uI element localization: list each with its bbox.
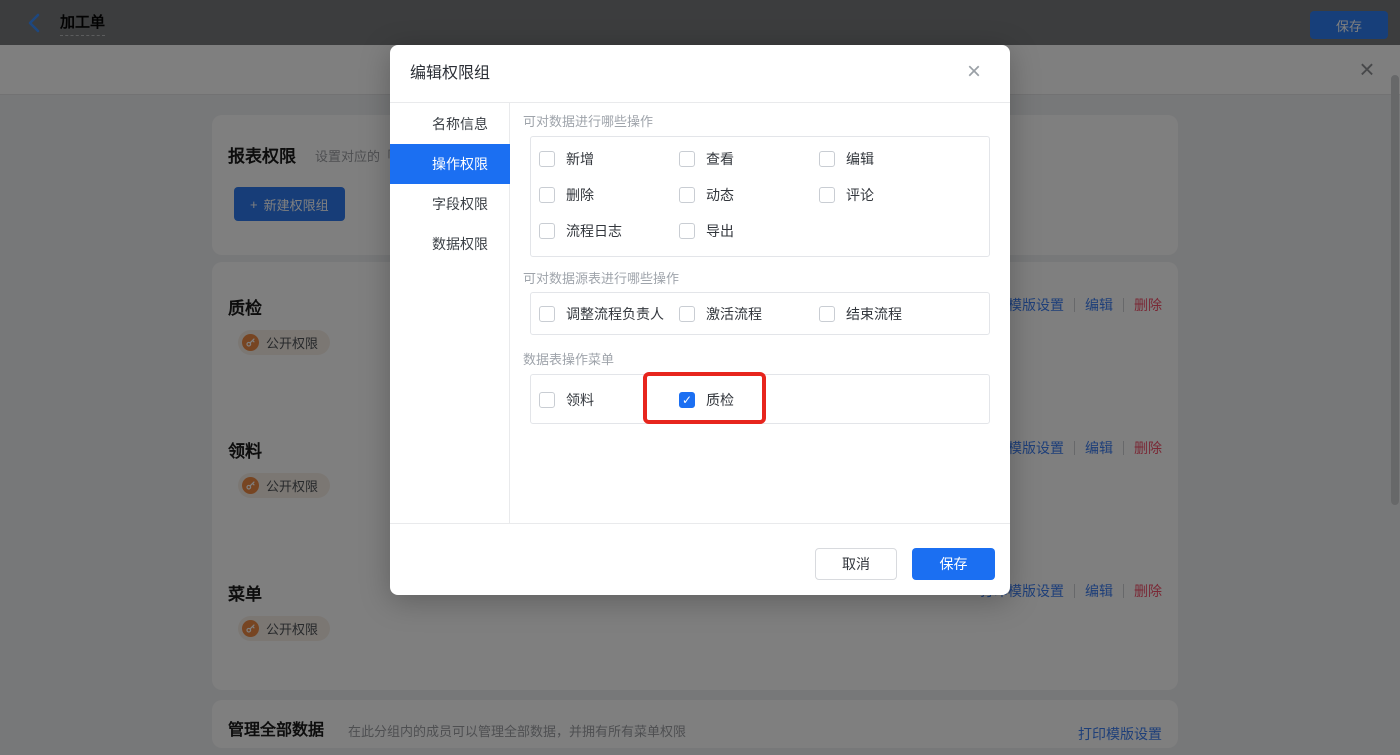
tab-operation-permission[interactable]: 操作权限 <box>390 144 510 184</box>
tab-field-permission[interactable]: 字段权限 <box>390 184 510 224</box>
data-ops-label: 可对数据进行哪些操作 <box>523 114 654 129</box>
checkbox[interactable] <box>539 187 555 203</box>
cancel-button[interactable]: 取消 <box>815 548 897 580</box>
tab-data-permission[interactable]: 数据权限 <box>390 224 510 264</box>
checkbox[interactable] <box>539 223 555 239</box>
checkbox[interactable] <box>819 151 835 167</box>
option-daochu[interactable]: 导出 <box>679 223 734 239</box>
checkbox[interactable] <box>679 223 695 239</box>
dialog-save-button[interactable]: 保存 <box>912 548 995 580</box>
data-ops-box: 新增 查看 编辑 删除 动态 评论 流程日志 导出 <box>530 136 990 257</box>
dialog-tab-list: 名称信息 操作权限 字段权限 数据权限 <box>390 103 510 523</box>
option-pinglun[interactable]: 评论 <box>819 187 874 203</box>
option-shanchu[interactable]: 删除 <box>539 187 594 203</box>
option-jieshu-liucheng[interactable]: 结束流程 <box>819 306 902 322</box>
option-jihuo-liucheng[interactable]: 激活流程 <box>679 306 762 322</box>
source-ops-label: 可对数据源表进行哪些操作 <box>523 271 680 286</box>
tab-name-info[interactable]: 名称信息 <box>390 104 510 144</box>
option-chakan[interactable]: 查看 <box>679 151 734 167</box>
option-xinzeng[interactable]: 新增 <box>539 151 594 167</box>
checkbox[interactable] <box>679 151 695 167</box>
checkbox[interactable] <box>539 392 555 408</box>
option-liucheng-rizhi[interactable]: 流程日志 <box>539 223 622 239</box>
divider <box>390 523 1010 524</box>
source-ops-box: 调整流程负责人 激活流程 结束流程 <box>530 292 990 335</box>
highlight-annotation-box <box>643 372 766 424</box>
option-tiaozheng-fuzeren[interactable]: 调整流程负责人 <box>539 306 664 322</box>
dialog-title: 编辑权限组 <box>410 65 491 82</box>
checkbox[interactable] <box>679 306 695 322</box>
screen: 加工单 保存 × 报表权限 设置对应的「 + 新建权限组 质检 公开权限 打印模… <box>0 0 1400 755</box>
checkbox[interactable] <box>819 187 835 203</box>
dialog-close-icon[interactable]: × <box>960 59 988 87</box>
checkbox[interactable] <box>819 306 835 322</box>
option-bianji[interactable]: 编辑 <box>819 151 874 167</box>
edit-permission-group-dialog: 编辑权限组 × 名称信息 操作权限 字段权限 数据权限 可对数据进行哪些操作 新… <box>390 45 1010 595</box>
option-dongtai[interactable]: 动态 <box>679 187 734 203</box>
checkbox[interactable] <box>679 187 695 203</box>
checkbox[interactable] <box>539 306 555 322</box>
table-menu-label: 数据表操作菜单 <box>523 352 615 367</box>
checkbox[interactable] <box>539 151 555 167</box>
option-lingliao[interactable]: 领料 <box>539 392 594 408</box>
